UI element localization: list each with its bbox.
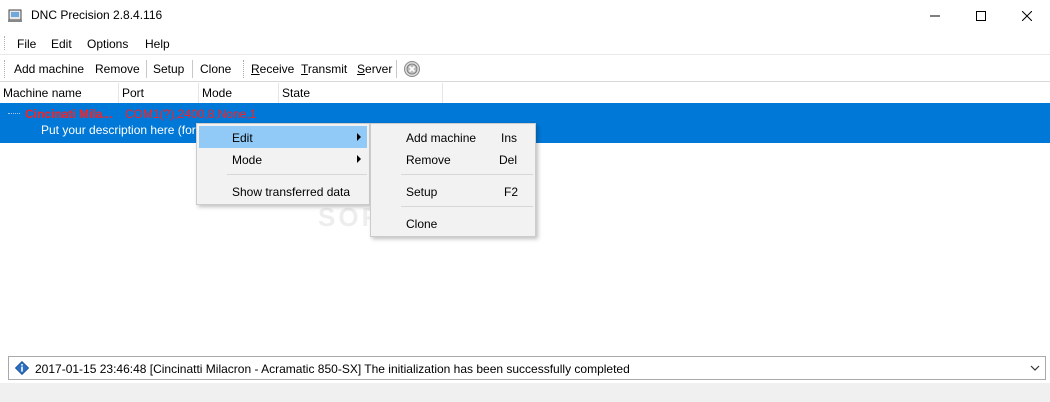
add-machine-button[interactable]: Add machine bbox=[14, 62, 84, 76]
context-item-label: Mode bbox=[232, 153, 263, 167]
maximize-icon bbox=[976, 10, 986, 21]
clone-button[interactable]: Clone bbox=[200, 62, 231, 76]
menu-separator bbox=[401, 206, 533, 207]
menu-separator bbox=[227, 174, 367, 175]
shortcut-key: Del bbox=[499, 153, 518, 167]
menu-bar: File Edit Options Help bbox=[0, 31, 1050, 55]
toolbar: Add machine Remove Setup Clone Receive T… bbox=[0, 56, 1050, 82]
server-button[interactable]: Server bbox=[357, 62, 392, 76]
context-item-label: Edit bbox=[232, 131, 253, 145]
server-accel: S bbox=[357, 62, 366, 76]
machine-port: COM1(?),2400,8,None,1 bbox=[125, 107, 257, 121]
toolbar-separator bbox=[146, 60, 147, 78]
close-button[interactable] bbox=[1004, 0, 1050, 31]
context-item-label: Show transferred data bbox=[232, 185, 351, 199]
context-item-edit[interactable]: Edit bbox=[199, 126, 367, 148]
setup-button[interactable]: Setup bbox=[153, 62, 184, 76]
minimize-icon bbox=[930, 15, 940, 16]
toolbar-separator bbox=[192, 60, 193, 78]
info-diamond-icon bbox=[15, 361, 29, 375]
status-log-combo[interactable]: 2017-01-15 23:46:48 [Cincinatti Milacron… bbox=[8, 356, 1046, 380]
context-menu: Edit Mode Show transferred data bbox=[196, 123, 370, 205]
transmit-label: ransmit bbox=[307, 62, 348, 76]
shortcut-key: Ins bbox=[501, 131, 518, 145]
tree-line bbox=[8, 113, 20, 114]
transmit-accel: T bbox=[301, 62, 308, 76]
column-mode[interactable]: Mode bbox=[199, 83, 279, 103]
transmit-button[interactable]: Transmit bbox=[301, 62, 347, 76]
machine-name: Cincinati Mila... bbox=[25, 107, 113, 121]
close-icon bbox=[1022, 10, 1032, 21]
menu-grip[interactable] bbox=[4, 36, 7, 50]
maximize-button[interactable] bbox=[958, 0, 1004, 31]
context-item-show-transferred-data[interactable]: Show transferred data bbox=[199, 180, 367, 202]
submenu-item-clone[interactable]: Clone bbox=[373, 212, 533, 234]
remove-button[interactable]: Remove bbox=[95, 62, 140, 76]
minimize-button[interactable] bbox=[912, 0, 958, 31]
submenu-item-add-machine[interactable]: Add machine Ins bbox=[373, 126, 533, 148]
stop-circle-icon[interactable] bbox=[403, 60, 421, 78]
submenu-item-label: Add machine bbox=[406, 131, 477, 145]
list-header: Machine name Port Mode State bbox=[0, 83, 1050, 103]
server-label: erver bbox=[365, 62, 393, 76]
submenu-item-label: Setup bbox=[406, 185, 438, 199]
submenu-item-label: Remove bbox=[406, 153, 451, 167]
menu-help[interactable]: Help bbox=[145, 37, 170, 51]
app-icon bbox=[8, 9, 22, 22]
chevron-down-icon[interactable] bbox=[1029, 362, 1041, 374]
toolbar-separator bbox=[243, 60, 244, 78]
column-state[interactable]: State bbox=[279, 83, 443, 103]
column-machine-name[interactable]: Machine name bbox=[0, 83, 119, 103]
receive-label: eceive bbox=[259, 62, 295, 76]
edit-submenu: Add machine Ins Remove Del Setup F2 Clon… bbox=[370, 123, 536, 237]
machine-description: Put your description here (for exa bbox=[41, 123, 219, 137]
menu-options[interactable]: Options bbox=[87, 37, 128, 51]
menu-edit[interactable]: Edit bbox=[51, 37, 72, 51]
column-port[interactable]: Port bbox=[119, 83, 199, 103]
submenu-arrow-icon bbox=[357, 133, 361, 141]
receive-button[interactable]: Receive bbox=[251, 62, 294, 76]
context-item-mode[interactable]: Mode bbox=[199, 148, 367, 170]
title-bar: DNC Precision 2.8.4.116 bbox=[0, 0, 1050, 31]
window-title: DNC Precision 2.8.4.116 bbox=[31, 8, 163, 22]
menu-separator bbox=[401, 174, 533, 175]
submenu-item-setup[interactable]: Setup F2 bbox=[373, 180, 533, 202]
status-message: 2017-01-15 23:46:48 [Cincinatti Milacron… bbox=[35, 362, 630, 376]
submenu-item-label: Clone bbox=[406, 217, 438, 231]
submenu-arrow-icon bbox=[357, 155, 361, 163]
menu-file[interactable]: File bbox=[17, 37, 36, 51]
status-bar bbox=[0, 383, 1050, 402]
toolbar-separator bbox=[396, 60, 397, 78]
toolbar-grip[interactable] bbox=[4, 60, 7, 78]
submenu-item-remove[interactable]: Remove Del bbox=[373, 148, 533, 170]
receive-accel: R bbox=[251, 62, 260, 76]
shortcut-key: F2 bbox=[504, 185, 519, 199]
